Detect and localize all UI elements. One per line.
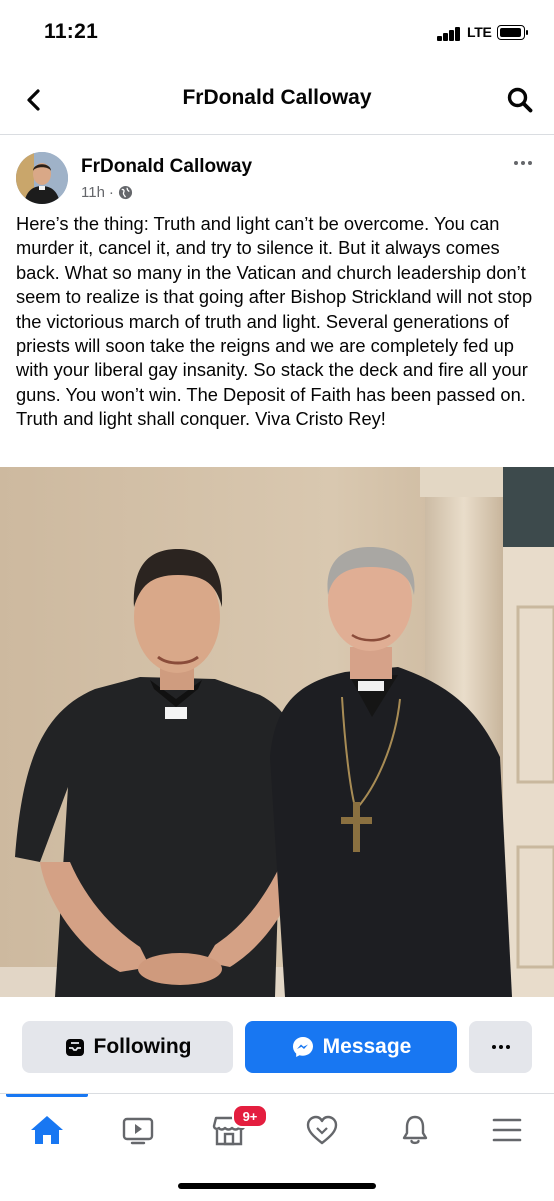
following-label: Following: [93, 1035, 192, 1058]
network-label: LTE: [467, 24, 492, 40]
search-button[interactable]: [500, 80, 540, 120]
following-inbox-icon: [65, 1039, 84, 1056]
post-text: Here’s the thing: Truth and light can’t …: [16, 213, 533, 430]
tab-home[interactable]: [17, 1108, 77, 1152]
meta-separator: ·: [108, 184, 114, 201]
video-icon: [122, 1117, 154, 1145]
post-photo[interactable]: [0, 467, 554, 997]
page-title: FrDonald Calloway: [182, 86, 372, 109]
home-indicator: [178, 1183, 376, 1189]
notification-badge: 9+: [232, 1104, 268, 1128]
post-time[interactable]: 11h: [81, 184, 105, 201]
more-dots-icon: [514, 161, 518, 165]
status-time: 11:21: [44, 20, 99, 43]
more-dots-icon: [491, 1045, 496, 1049]
profile-actions: Following Message: [0, 997, 554, 1093]
tab-dating[interactable]: [292, 1108, 352, 1152]
battery-icon: [497, 25, 528, 40]
tab-notifications[interactable]: [385, 1108, 445, 1152]
dating-heart-icon: [306, 1115, 338, 1145]
menu-icon: [492, 1118, 522, 1142]
globe-icon: [118, 185, 132, 200]
profile-more-button[interactable]: [469, 1021, 532, 1073]
signal-icon: [437, 27, 465, 41]
status-bar: 11:21 LTE: [0, 0, 554, 66]
messenger-icon: [292, 1037, 313, 1057]
home-icon: [31, 1116, 63, 1144]
post-more-button[interactable]: [508, 150, 538, 176]
tab-menu[interactable]: [477, 1108, 537, 1152]
post-meta: 11h ·: [81, 184, 133, 201]
tab-video[interactable]: [108, 1108, 168, 1152]
tab-marketplace[interactable]: 9+: [199, 1104, 268, 1152]
bell-icon: [402, 1115, 428, 1145]
post-author[interactable]: FrDonald Calloway: [81, 156, 252, 178]
search-icon: [507, 87, 533, 113]
avatar[interactable]: [16, 152, 68, 204]
message-button[interactable]: Message: [245, 1021, 457, 1073]
following-button[interactable]: Following: [22, 1021, 233, 1073]
page-header: FrDonald Calloway: [0, 66, 554, 135]
message-label: Message: [322, 1035, 412, 1058]
active-tab-indicator: [6, 1094, 88, 1097]
